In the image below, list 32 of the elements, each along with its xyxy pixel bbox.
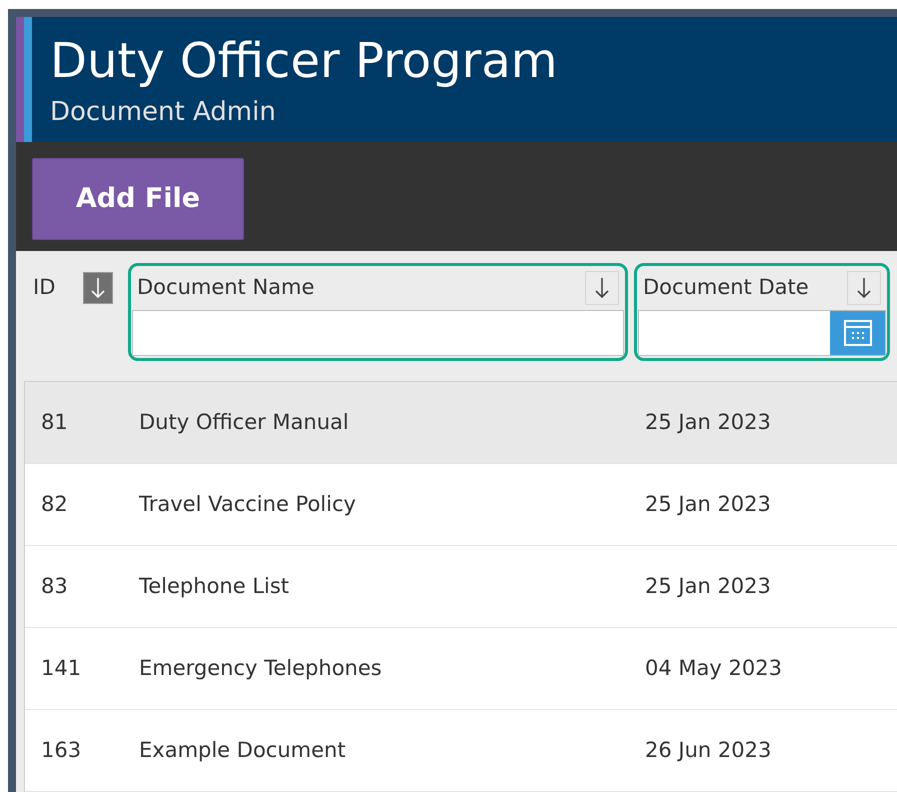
calendar-button[interactable] xyxy=(830,311,885,355)
name-filter-field[interactable] xyxy=(132,310,624,356)
app-title: Duty Officer Program xyxy=(50,32,558,91)
sort-button[interactable] xyxy=(585,271,619,305)
down-arrow-icon xyxy=(91,277,105,299)
table-cell: 83 xyxy=(41,574,68,598)
down-arrow-icon xyxy=(857,277,871,299)
sort-button[interactable] xyxy=(847,271,881,305)
column-header: ID xyxy=(33,274,56,302)
table-cell: Example Document xyxy=(139,738,346,762)
table-cell: Emergency Telephones xyxy=(139,656,382,680)
sort-button[interactable] xyxy=(83,272,113,304)
table-cell: Telephone List xyxy=(139,574,290,598)
table-cell: 81 xyxy=(41,410,68,434)
table-cell: 25 Jan 2023 xyxy=(645,492,771,516)
table-cell: 163 xyxy=(41,738,82,762)
add-file-button[interactable]: Add File xyxy=(32,158,244,240)
app-subtitle: Document Admin xyxy=(50,96,277,129)
column-header: Document Date xyxy=(643,274,809,302)
down-arrow-icon xyxy=(595,277,609,299)
table-cell: 26 Jun 2023 xyxy=(645,738,772,762)
table-cell: 25 Jan 2023 xyxy=(645,574,771,598)
date-filter-field[interactable] xyxy=(638,310,886,356)
table-cell: Travel Vaccine Policy xyxy=(139,492,356,516)
column-header: Document Name xyxy=(137,274,314,302)
table-cell: 25 Jan 2023 xyxy=(645,410,771,434)
table-cell: 82 xyxy=(41,492,68,516)
table-cell: 04 May 2023 xyxy=(645,656,782,680)
table-cell: 141 xyxy=(41,656,82,680)
table-cell: Duty Officer Manual xyxy=(139,410,349,434)
table-row[interactable]: 81 Duty Officer Manual 25 Jan 2023 xyxy=(25,382,897,464)
calendar-icon xyxy=(844,320,872,346)
